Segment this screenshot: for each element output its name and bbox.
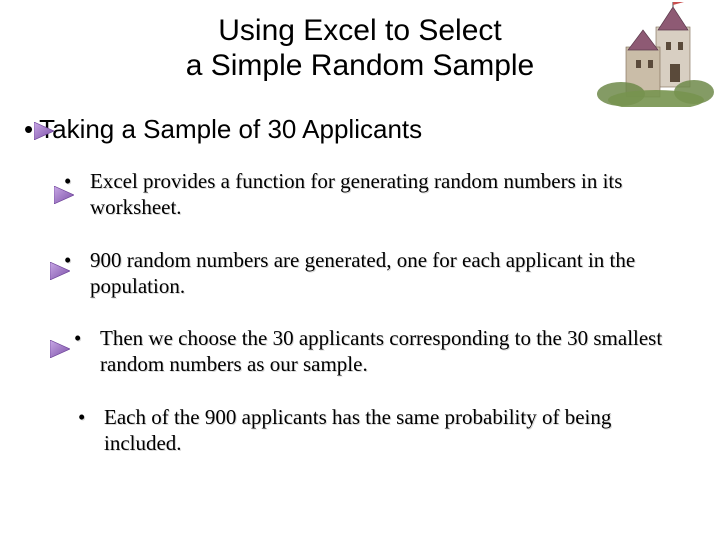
bullet-text: Excel provides a function for generating… [90, 169, 622, 219]
bullet-text: 900 random numbers are generated, one fo… [90, 248, 635, 298]
bullet-list: • Excel provides a function for generati… [64, 168, 664, 482]
bullet-item: • Excel provides a function for generati… [64, 168, 664, 221]
title-line-2: a Simple Random Sample [186, 49, 535, 82]
play-icon [54, 186, 74, 204]
play-icon [50, 262, 70, 280]
title-line-1: Using Excel to Select [218, 14, 501, 47]
bullet-dot: • [78, 404, 85, 430]
bullet-item: • Then we choose the 30 applicants corre… [74, 325, 664, 378]
play-icon [50, 340, 70, 358]
slide-title: Using Excel to Select a Simple Random Sa… [0, 14, 720, 83]
bullet-text: Each of the 900 applicants has the same … [104, 405, 611, 455]
bullet-dot: • [24, 114, 33, 144]
bullet-item: • 900 random numbers are generated, one … [64, 247, 664, 300]
subheading-text: Taking a Sample of 30 Applicants [39, 114, 422, 144]
play-icon [34, 122, 54, 140]
bullet-dot: • [74, 325, 81, 351]
subheading: •Taking a Sample of 30 Applicants [24, 114, 422, 145]
bullet-item: • Each of the 900 applicants has the sam… [78, 404, 664, 457]
bullet-text: Then we choose the 30 applicants corresp… [100, 326, 662, 376]
